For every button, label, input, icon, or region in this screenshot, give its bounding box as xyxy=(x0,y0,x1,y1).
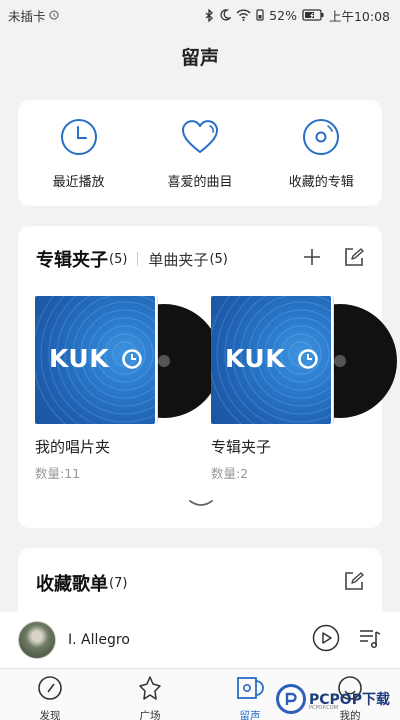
kuke-logo-icon xyxy=(122,349,142,369)
signal-icon xyxy=(256,9,264,21)
playlist-icon[interactable] xyxy=(358,626,382,654)
wifi-icon xyxy=(236,9,251,21)
watermark-sub: PCPOP.COM xyxy=(309,705,339,711)
album-folders-card: 专辑夹子 (5) 单曲夹子 (5) KUK 我的唱片夹 数量:11 KUK 专辑… xyxy=(18,226,397,528)
battery-percent: 52% xyxy=(269,7,297,23)
edit-icon[interactable] xyxy=(344,247,364,271)
watermark-logo-icon xyxy=(276,684,306,714)
nav-square-label: 广场 xyxy=(139,710,161,720)
album-folder-count: 数量:11 xyxy=(35,466,81,481)
tab-single-folders-count: (5) xyxy=(209,251,228,267)
clock-time: 上午10:08 xyxy=(328,8,390,24)
favorite-tracks-label: 喜爱的曲目 xyxy=(167,174,233,190)
watermark: PCPOP下载 PCPOP.COM xyxy=(276,684,390,714)
carrier-label: 未插卡 xyxy=(8,8,46,24)
header: 留声 xyxy=(0,34,400,78)
album-folder-card[interactable]: KUK 专辑夹子 数量:2 xyxy=(211,296,397,482)
compass-icon xyxy=(37,675,63,705)
mini-player[interactable]: I. Allegro xyxy=(0,612,400,668)
album-folder-name: 我的唱片夹 xyxy=(35,438,111,456)
kuke-logo-icon xyxy=(298,349,318,369)
tab-album-folders-count: (5) xyxy=(109,251,128,267)
saved-playlists-count: (7) xyxy=(109,575,128,591)
clock-icon xyxy=(59,117,99,161)
tab-single-folders[interactable]: 单曲夹子 xyxy=(148,249,208,270)
sim-icon xyxy=(48,10,59,20)
star-icon xyxy=(137,675,163,705)
nav-collection-label: 留声 xyxy=(239,710,261,720)
quick-access-card: 最近播放 喜爱的曲目 收藏的专辑 xyxy=(18,100,382,206)
kuke-logo-text: KUK xyxy=(225,344,286,373)
nav-discover[interactable]: 发现 xyxy=(15,675,85,720)
saved-albums-button[interactable]: 收藏的专辑 xyxy=(266,117,376,190)
recent-played-button[interactable]: 最近播放 xyxy=(24,117,134,190)
now-playing-title: I. Allegro xyxy=(68,632,130,648)
cover-art: KUK xyxy=(211,296,331,424)
edit-icon[interactable] xyxy=(344,571,364,595)
disc-icon xyxy=(301,117,341,161)
moon-icon xyxy=(219,9,232,21)
nav-discover-label: 发现 xyxy=(39,710,61,720)
saved-playlists-title: 收藏歌单 xyxy=(36,574,108,595)
album-cover: KUK xyxy=(35,296,221,426)
recent-played-label: 最近播放 xyxy=(52,174,105,190)
page-title: 留声 xyxy=(180,46,219,69)
saved-albums-label: 收藏的专辑 xyxy=(288,174,354,190)
battery-icon xyxy=(302,9,324,21)
add-icon[interactable] xyxy=(302,247,322,271)
nav-collection[interactable]: 留声 xyxy=(215,675,285,720)
chevron-down-icon[interactable] xyxy=(188,494,214,513)
tab-divider xyxy=(137,252,139,266)
favorite-tracks-button[interactable]: 喜爱的曲目 xyxy=(145,117,255,190)
play-icon[interactable] xyxy=(312,624,340,656)
album-folder-name: 专辑夹子 xyxy=(211,438,272,456)
saved-playlists-header: 收藏歌单 (7) xyxy=(36,570,364,596)
cover-art: KUK xyxy=(35,296,155,424)
album-folder-count: 数量:2 xyxy=(211,466,249,481)
album-folders-header: 专辑夹子 (5) 单曲夹子 (5) xyxy=(36,244,364,274)
album-folder-card[interactable]: KUK 我的唱片夹 数量:11 xyxy=(35,296,221,482)
tab-album-folders[interactable]: 专辑夹子 xyxy=(36,246,108,272)
heart-icon xyxy=(179,117,221,161)
status-bar: 未插卡 52% 上午10:08 xyxy=(0,0,400,30)
nav-square[interactable]: 广场 xyxy=(115,675,185,720)
bluetooth-icon xyxy=(205,8,214,22)
kuke-logo-text: KUK xyxy=(49,344,110,373)
vinyl-folder-icon xyxy=(236,675,264,705)
track-artwork xyxy=(18,621,56,659)
album-cover: KUK xyxy=(211,296,397,426)
